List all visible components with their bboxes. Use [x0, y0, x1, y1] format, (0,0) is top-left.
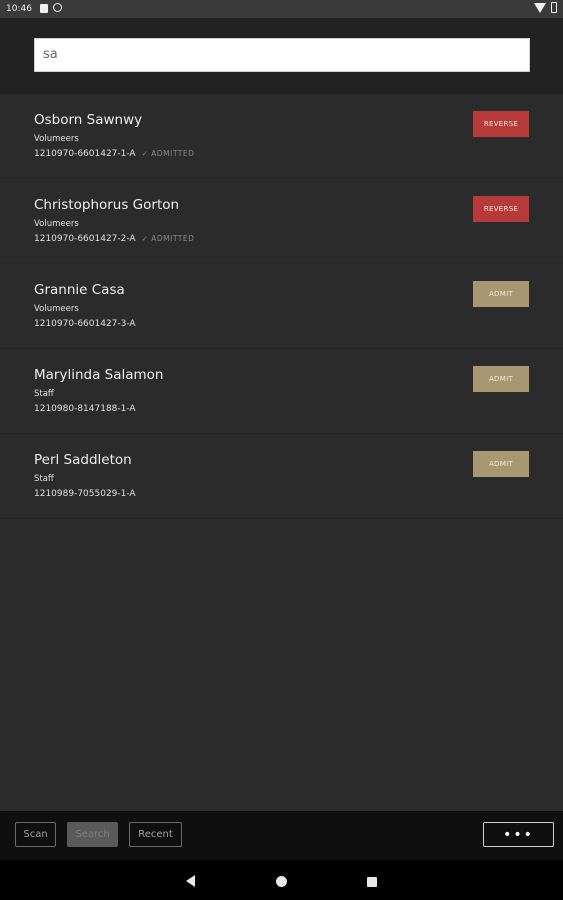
tab-recent[interactable]: Recent: [129, 822, 182, 847]
system-nav-bar: [0, 860, 563, 900]
more-options-button[interactable]: •••: [483, 822, 554, 847]
sync-icon: [53, 3, 62, 12]
reverse-button[interactable]: REVERSE: [473, 111, 529, 137]
admitted-status: ✓ ADMITTED: [141, 234, 195, 243]
ticket-code-line: 1210970-6601427-2-A ✓ ADMITTED: [34, 234, 194, 244]
tab-scan[interactable]: Scan: [15, 822, 56, 847]
result-row: Grannie Casa Volumeers 1210970-6601427-3…: [0, 264, 563, 349]
results-list: Osborn Sawnwy Volumeers 1210970-6601427-…: [0, 94, 563, 519]
status-indicators: [534, 2, 557, 13]
result-row: Marylinda Salamon Staff 1210980-8147188-…: [0, 349, 563, 434]
reverse-button[interactable]: REVERSE: [473, 196, 529, 222]
wifi-icon: [534, 3, 546, 13]
ticket-code: 1210970-6601427-2-A: [34, 234, 136, 244]
attendee-name: Marylinda Salamon: [34, 367, 164, 383]
attendee-group: Volumeers: [34, 134, 79, 144]
search-area: sa: [0, 18, 563, 94]
attendee-name: Osborn Sawnwy: [34, 112, 143, 128]
ticket-code: 1210989-7055029-1-A: [34, 489, 136, 499]
attendee-group: Staff: [34, 389, 54, 399]
result-row: Christophorus Gorton Volumeers 1210970-6…: [0, 179, 563, 264]
ticket-code-line: 1210980-8147188-1-A: [34, 404, 136, 414]
ticket-code: 1210970-6601427-1-A: [34, 149, 136, 159]
attendee-name: Christophorus Gorton: [34, 197, 180, 213]
sd-card-icon: [40, 4, 48, 13]
admit-button[interactable]: ADMIT: [473, 451, 529, 477]
attendee-group: Staff: [34, 474, 54, 484]
tab-search[interactable]: Search: [67, 822, 118, 847]
admitted-status: ✓ ADMITTED: [141, 149, 195, 158]
attendee-group: Volumeers: [34, 219, 79, 229]
result-row: Perl Saddleton Staff 1210989-7055029-1-A…: [0, 434, 563, 519]
ticket-code-line: 1210970-6601427-3-A: [34, 319, 136, 329]
bottom-toolbar: Scan Search Recent •••: [0, 811, 563, 860]
attendee-name: Perl Saddleton: [34, 452, 132, 468]
ticket-code-line: 1210970-6601427-1-A ✓ ADMITTED: [34, 149, 194, 159]
ticket-code: 1210970-6601427-3-A: [34, 319, 136, 329]
status-notifications: [40, 3, 62, 13]
result-row: Osborn Sawnwy Volumeers 1210970-6601427-…: [0, 94, 563, 179]
ticket-code: 1210980-8147188-1-A: [34, 404, 136, 414]
search-input[interactable]: sa: [34, 38, 530, 72]
battery-icon: [551, 2, 557, 13]
attendee-group: Volumeers: [34, 304, 79, 314]
recents-icon[interactable]: [367, 877, 377, 887]
ticket-code-line: 1210989-7055029-1-A: [34, 489, 136, 499]
home-icon[interactable]: [276, 876, 287, 887]
status-time: 10:46: [6, 4, 32, 14]
status-bar: 10:46: [0, 0, 563, 18]
admit-button[interactable]: ADMIT: [473, 366, 529, 392]
back-icon[interactable]: [186, 875, 195, 887]
attendee-name: Grannie Casa: [34, 282, 125, 298]
admit-button[interactable]: ADMIT: [473, 281, 529, 307]
